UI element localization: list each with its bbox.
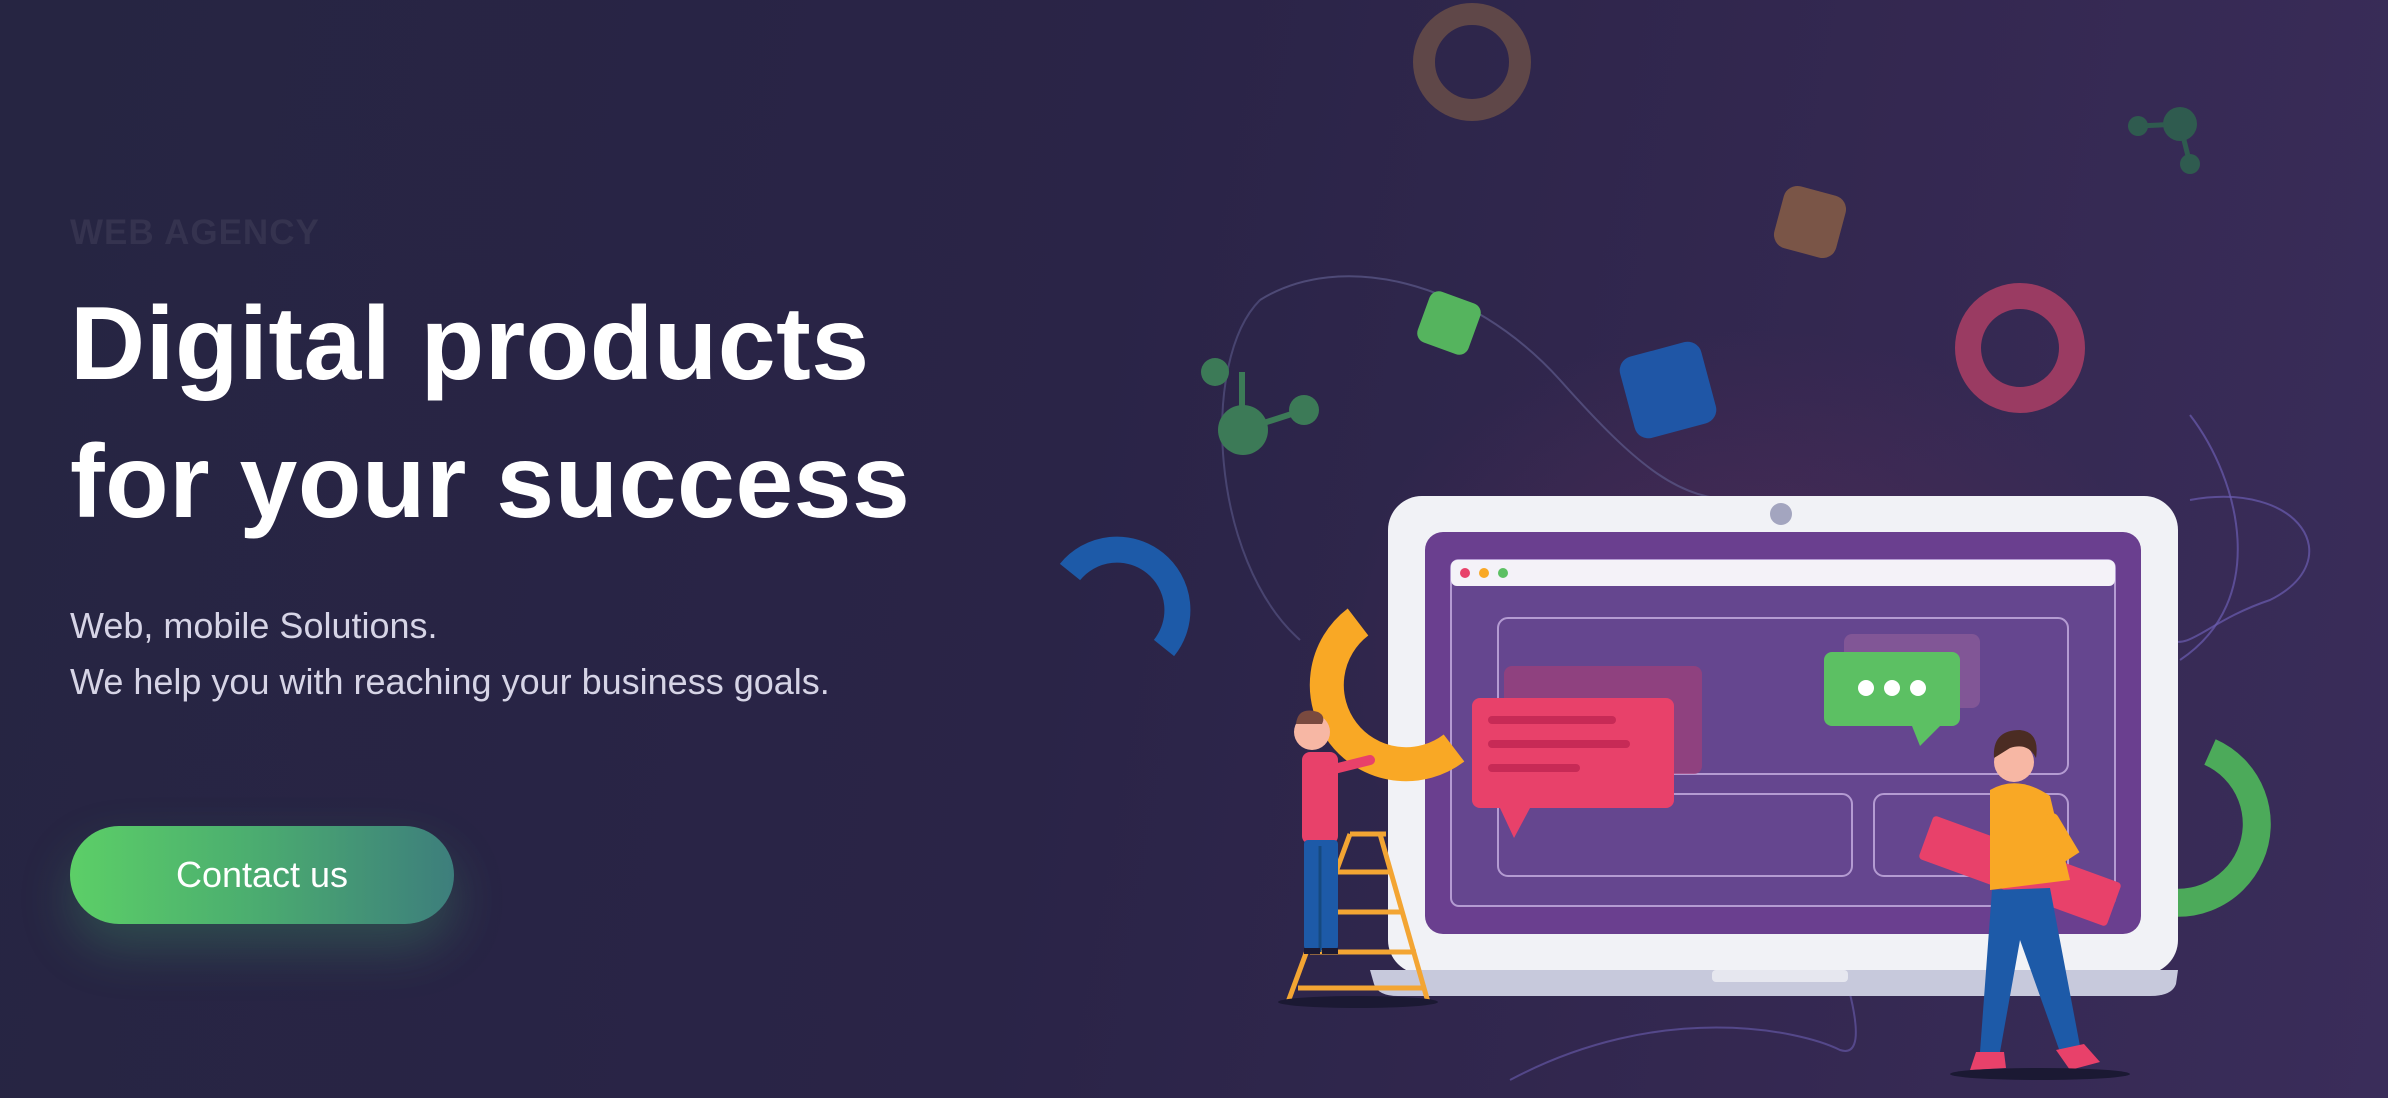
molecule-icon (2128, 107, 2200, 174)
contact-us-button[interactable]: Contact us (70, 826, 454, 924)
page-title: Digital products for your success (70, 275, 910, 551)
headline-line-1: Digital products (70, 286, 870, 402)
illustration-svg (1059, 3, 2311, 1081)
eyebrow-label: WEB AGENCY (70, 213, 320, 252)
curve-line-icon (2179, 414, 2239, 661)
curve-line-icon (2169, 495, 2311, 643)
rounded-square-icon (1417, 291, 1481, 355)
hero-subtitle: Web, mobile Solutions. We help you with … (70, 598, 830, 710)
subtitle-line-2: We help you with reaching your business … (70, 661, 830, 702)
subtitle-line-1: Web, mobile Solutions. (70, 605, 438, 646)
ring-icon (1413, 3, 1531, 121)
rounded-square-icon (1773, 185, 1847, 259)
ring-icon (1955, 283, 2085, 413)
hero-section: WEB AGENCY Digital products for your suc… (70, 0, 970, 1098)
curve-line-icon (1221, 299, 1301, 641)
headline-line-2: for your success (70, 424, 911, 540)
arc-icon (1059, 536, 1191, 657)
hero-illustration (1040, 0, 2388, 1098)
molecule-icon (1201, 358, 1319, 455)
rounded-square-icon (1619, 341, 1717, 439)
